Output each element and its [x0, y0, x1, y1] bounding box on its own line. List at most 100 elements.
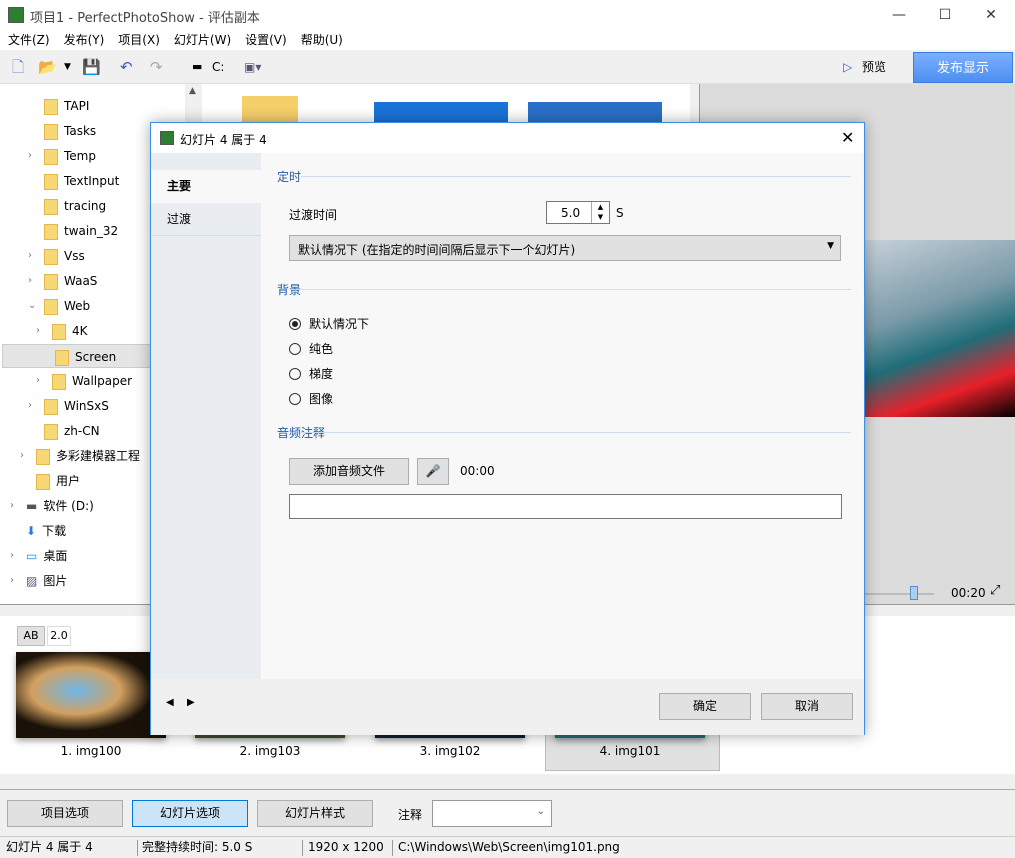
- spinner-icon[interactable]: ▲ ▼: [591, 202, 609, 223]
- cancel-button[interactable]: 取消: [761, 693, 853, 720]
- menu-publish[interactable]: 发布(Y): [64, 33, 105, 47]
- expand-arrow-icon[interactable]: ›: [10, 544, 14, 568]
- seek-handle[interactable]: [910, 586, 918, 600]
- bg-radio-default[interactable]: 默认情况下: [289, 315, 369, 332]
- minimize-button[interactable]: —: [876, 0, 922, 30]
- note-label: 注释: [398, 808, 423, 822]
- save-icon[interactable]: 💾: [82, 58, 101, 76]
- folder-icon: [44, 98, 58, 115]
- dialog-title: 幻灯片 4 属于 4: [180, 133, 267, 147]
- next-slide-icon[interactable]: ▶: [187, 697, 195, 708]
- status-slide: 幻灯片 4 属于 4: [6, 840, 93, 854]
- expand-arrow-icon[interactable]: ›: [36, 319, 40, 343]
- folder-icon: [44, 123, 58, 140]
- prev-slide-icon[interactable]: ◀: [166, 697, 174, 708]
- title-bar: 项目1 - PerfectPhotoShow - 评估副本 — ☐ ✕: [0, 0, 1015, 30]
- menu-file[interactable]: 文件(Z): [8, 33, 50, 47]
- new-icon[interactable]: 🗋: [12, 58, 24, 76]
- drive-icon[interactable]: ▬: [192, 58, 202, 76]
- maximize-button[interactable]: ☐: [922, 0, 968, 30]
- tree-item-label: 图片: [43, 574, 68, 588]
- expand-arrow-icon[interactable]: ›: [36, 369, 40, 393]
- download-icon: ⬇: [26, 524, 37, 538]
- preview-button[interactable]: 预览: [862, 58, 886, 76]
- slide-options-button[interactable]: 幻灯片选项: [132, 800, 248, 827]
- background-section: 背景: [277, 283, 302, 297]
- advance-mode-select[interactable]: 默认情况下 (在指定的时间间隔后显示下一个幻灯片) ▼: [289, 235, 841, 261]
- expand-arrow-icon[interactable]: ›: [28, 144, 32, 168]
- slide-style-button[interactable]: 幻灯片样式: [257, 800, 373, 827]
- tree-item-label: 用户: [56, 474, 81, 488]
- tree-item-label: TAPI: [64, 99, 90, 113]
- expand-arrow-icon[interactable]: ›: [28, 244, 32, 268]
- publish-button[interactable]: 发布显示: [913, 52, 1013, 83]
- folder-icon: [52, 323, 66, 340]
- tree-item-label: TextInput: [64, 174, 120, 188]
- status-bar: 幻灯片 4 属于 4 完整持续时间: 5.0 S 1920 x 1200 C:\…: [0, 836, 1015, 858]
- folder-icon: [44, 223, 58, 240]
- project-options-button[interactable]: 项目选项: [7, 800, 123, 827]
- tree-item-label: zh-CN: [64, 424, 100, 438]
- folder-icon: [36, 473, 50, 490]
- folder-icon: [44, 298, 58, 315]
- open-dropdown-icon[interactable]: ▼: [64, 58, 71, 76]
- strip-scrollbar[interactable]: [0, 774, 1015, 790]
- slide-label: 4. img101: [599, 744, 661, 758]
- tree-item-label: 4K: [72, 324, 88, 338]
- audio-path-field[interactable]: [289, 494, 842, 519]
- drive-label[interactable]: C:: [212, 58, 224, 76]
- close-button[interactable]: ✕: [968, 0, 1014, 30]
- status-duration: 完整持续时间: 5.0 S: [142, 840, 253, 854]
- expand-arrow-icon[interactable]: ›: [28, 269, 32, 293]
- bg-radio-gradient[interactable]: 梯度: [289, 365, 333, 382]
- redo-icon[interactable]: ↷: [150, 58, 163, 76]
- transition-time-input[interactable]: 5.0 ▲ ▼: [546, 201, 610, 224]
- bg-radio-image[interactable]: 图像: [289, 390, 333, 407]
- fullscreen-icon[interactable]: ⤢: [990, 583, 1000, 598]
- tab-main[interactable]: 主要: [151, 170, 261, 203]
- add-audio-button[interactable]: 添加音频文件: [289, 458, 409, 485]
- tree-item-label: tracing: [64, 199, 107, 213]
- tree-item-label: Web: [64, 299, 91, 313]
- expand-arrow-icon[interactable]: ⌄: [28, 294, 36, 318]
- note-select[interactable]: ⌄: [432, 800, 552, 827]
- expand-arrow-icon[interactable]: ›: [10, 494, 14, 518]
- slide-thumbnail-1[interactable]: [16, 652, 166, 738]
- advance-mode-value: 默认情况下 (在指定的时间间隔后显示下一个幻灯片): [298, 243, 576, 257]
- tree-item-label: Vss: [64, 249, 85, 263]
- preview-image: [860, 240, 1015, 417]
- bg-radio-solid[interactable]: 纯色: [289, 340, 333, 357]
- open-folder-icon[interactable]: 📂: [38, 58, 57, 76]
- dropdown-arrow-icon: ▼: [827, 241, 834, 251]
- ab-toggle[interactable]: AB: [17, 626, 45, 646]
- menu-help[interactable]: 帮助(U): [301, 33, 343, 47]
- tree-item-label: 多彩建模器工程: [56, 449, 141, 463]
- expand-arrow-icon[interactable]: ›: [10, 569, 14, 593]
- tab-transition[interactable]: 过渡: [151, 203, 261, 236]
- undo-icon[interactable]: ↶: [120, 58, 133, 76]
- view-mode-icon[interactable]: ▣▾: [244, 58, 261, 76]
- folder-icon: [44, 198, 58, 215]
- ok-button[interactable]: 确定: [659, 693, 751, 720]
- version-label: 2.0: [47, 626, 71, 646]
- toolbar: 🗋 📂 ▼ 💾 ↶ ↷ ▬ C: ▣▾ ▷ 预览: [0, 50, 1015, 84]
- dialog-tabs: 主要 过渡: [151, 153, 261, 679]
- window-title: 项目1 - PerfectPhotoShow - 评估副本: [30, 11, 260, 26]
- transition-time-value: 5.0: [561, 206, 581, 220]
- tree-item-label: Tasks: [64, 124, 97, 138]
- menu-settings[interactable]: 设置(V): [245, 33, 287, 47]
- tree-item[interactable]: TAPI: [0, 94, 183, 118]
- menu-project[interactable]: 项目(X): [118, 33, 160, 47]
- folder-icon: [44, 423, 58, 440]
- slide-label: 3. img102: [419, 744, 481, 758]
- expand-arrow-icon[interactable]: ›: [20, 444, 24, 468]
- expand-arrow-icon[interactable]: ›: [28, 394, 32, 418]
- drive-icon: ▬: [26, 499, 38, 513]
- microphone-icon[interactable]: 🎤: [417, 458, 449, 485]
- seconds-unit: S: [616, 206, 624, 220]
- dialog-close-icon[interactable]: ✕: [841, 128, 854, 147]
- time-display: 00:20: [951, 586, 986, 600]
- menu-slide[interactable]: 幻灯片(W): [174, 33, 231, 47]
- seek-slider[interactable]: [860, 593, 934, 595]
- preview-icon[interactable]: ▷: [843, 58, 852, 76]
